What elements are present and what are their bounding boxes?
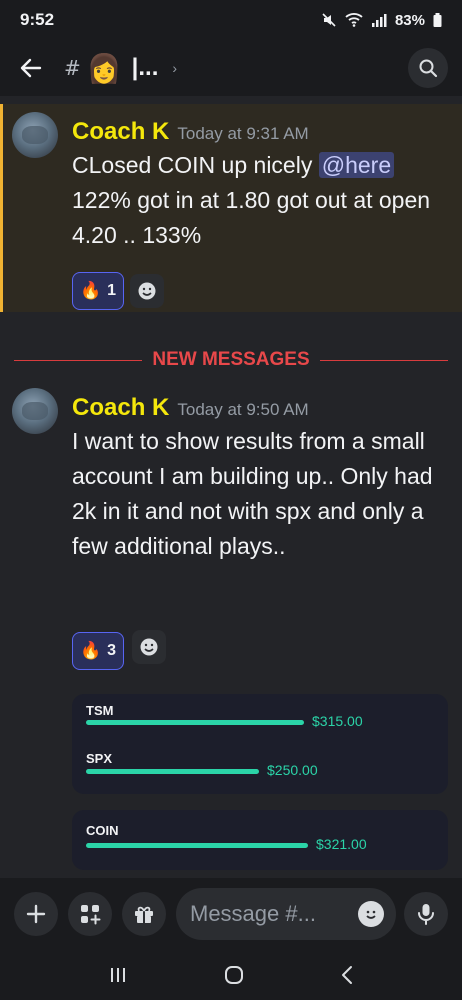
smiley-icon (140, 638, 158, 656)
chevron-right-icon[interactable]: › (172, 60, 177, 76)
avatar[interactable] (12, 112, 58, 158)
message-header: Coach K Today at 9:31 AM (72, 118, 309, 146)
channel-title[interactable]: |... (132, 54, 159, 82)
gift-icon (135, 906, 153, 923)
nav-back-icon[interactable] (340, 965, 354, 985)
new-messages-divider: NEW MESSAGES (14, 349, 448, 370)
message-text: I want to show results from a small acco… (72, 428, 433, 559)
mention-here[interactable]: @here (318, 152, 395, 178)
battery-icon (433, 13, 442, 27)
message-timestamp: Today at 9:31 AM (177, 124, 309, 143)
apps-icon (81, 905, 101, 925)
result-bar (86, 769, 259, 774)
voice-button[interactable] (404, 892, 448, 936)
system-navbar (0, 950, 462, 1000)
channel-emoji: 👩 (86, 51, 122, 85)
microphone-icon (418, 904, 434, 925)
results-card: COIN $321.00 (72, 810, 448, 870)
fire-emoji-icon: 🔥 (79, 281, 102, 301)
message-item[interactable]: Coach K Today at 9:31 AM CLosed COIN up … (0, 104, 462, 312)
result-amount: $321.00 (316, 836, 367, 852)
message-text: CLosed COIN up nicely @here 122% got in … (72, 148, 452, 253)
add-reaction-button[interactable] (132, 630, 166, 664)
back-arrow-icon[interactable] (14, 51, 48, 85)
plus-icon (26, 904, 46, 924)
author-name[interactable]: Coach K (72, 394, 169, 422)
divider-line (319, 359, 448, 361)
home-icon[interactable] (224, 965, 244, 985)
author-name[interactable]: Coach K (72, 118, 169, 146)
smiley-icon (138, 282, 156, 300)
result-row: COIN (86, 822, 119, 840)
gift-button[interactable] (122, 892, 166, 936)
result-bar (86, 843, 308, 848)
thread-hash-icon: # (64, 56, 81, 80)
reaction-count: 3 (107, 642, 117, 659)
signal-icon (371, 14, 387, 27)
apps-button[interactable] (68, 892, 112, 936)
avatar[interactable] (12, 388, 58, 434)
message-item[interactable]: Coach K Today at 9:50 AM I want to show … (0, 380, 462, 680)
message-timestamp: Today at 9:50 AM (177, 400, 309, 419)
result-ticker: COIN (86, 823, 119, 838)
message-placeholder: Message #... (190, 901, 316, 926)
result-bar (86, 720, 304, 725)
fire-reaction[interactable]: 🔥 1 (72, 272, 124, 310)
result-ticker: SPX (86, 751, 113, 766)
result-row: TSM (86, 702, 113, 720)
message-text-part: 122% got in at 1.80 got out at open 4.20… (72, 187, 431, 248)
message-input[interactable]: Message #... (176, 888, 396, 940)
new-messages-label: NEW MESSAGES (152, 349, 310, 370)
attach-button[interactable] (14, 892, 58, 936)
search-icon (419, 59, 438, 78)
channel-header: # 👩 |... › (0, 40, 462, 96)
result-ticker: TSM (86, 703, 114, 718)
battery-level: 83% (394, 11, 425, 29)
result-row: SPX (86, 750, 112, 768)
fire-emoji-icon: 🔥 (79, 641, 102, 661)
message-composer: Message #... (0, 878, 462, 950)
message-header: Coach K Today at 9:50 AM (72, 394, 309, 422)
fire-reaction[interactable]: 🔥 3 (72, 632, 124, 670)
status-bar: 9:52 83% (0, 0, 462, 40)
add-reaction-button[interactable] (130, 274, 164, 308)
status-icons: 83% (321, 12, 442, 29)
status-time: 9:52 (20, 10, 55, 29)
reaction-count: 1 (107, 282, 117, 299)
mute-icon (322, 13, 336, 27)
smiley-icon (366, 910, 376, 919)
divider-line (14, 359, 143, 361)
results-card: TSM $315.00 SPX $250.00 (72, 694, 448, 794)
recent-apps-icon[interactable] (108, 966, 128, 984)
wifi-icon (345, 13, 363, 27)
message-list[interactable]: Coach K Today at 9:31 AM CLosed COIN up … (0, 96, 462, 878)
search-button[interactable] (408, 48, 448, 88)
result-amount: $250.00 (267, 762, 318, 778)
message-text-part: CLosed COIN up nicely (72, 152, 319, 178)
result-amount: $315.00 (312, 713, 363, 729)
emoji-button[interactable] (358, 901, 384, 927)
